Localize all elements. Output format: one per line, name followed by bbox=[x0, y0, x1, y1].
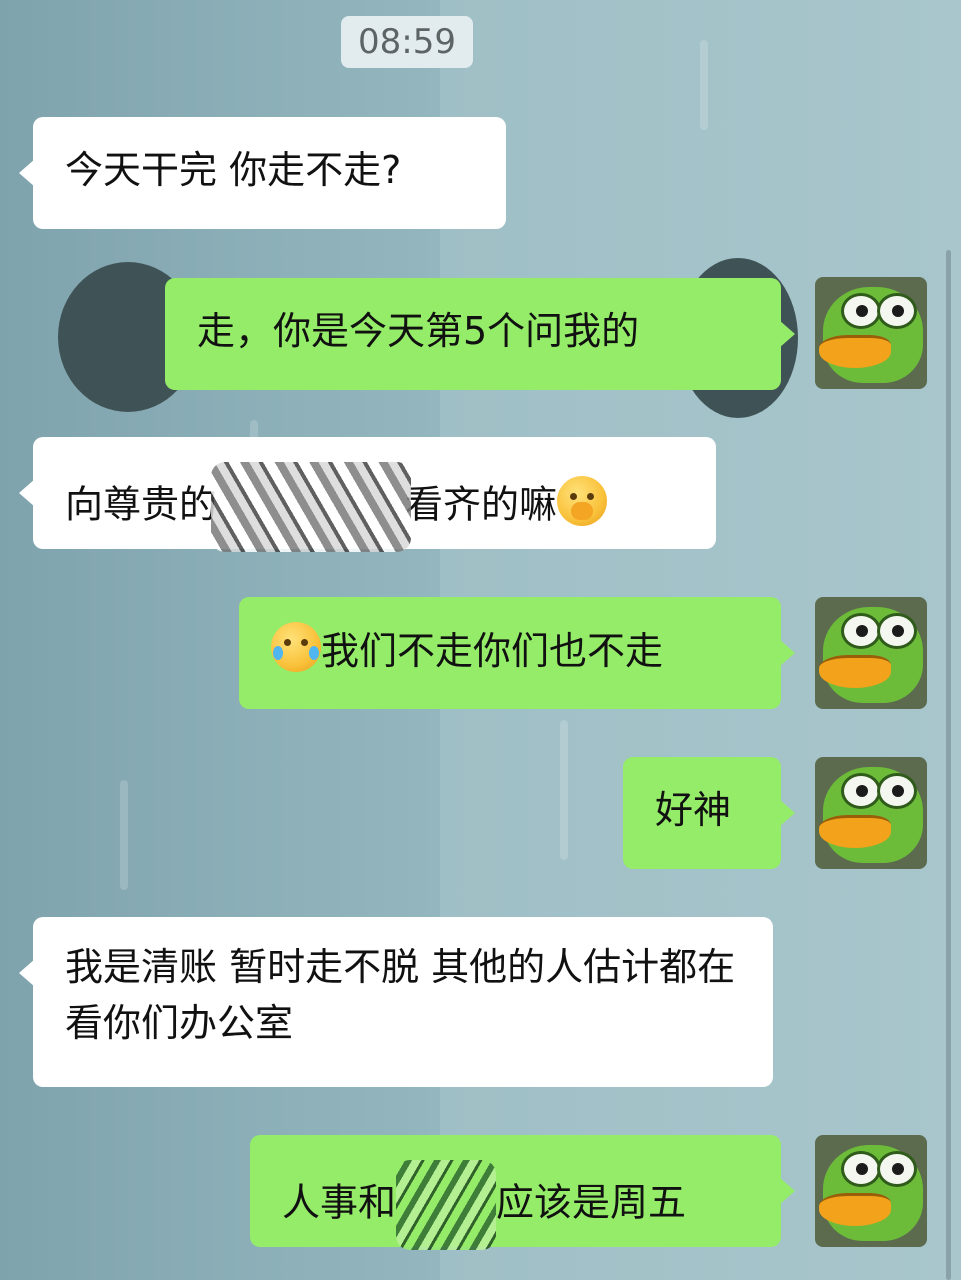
message-text: 向尊贵的 bbox=[65, 482, 218, 527]
message-text: 今天干完 你走不走? bbox=[65, 148, 402, 192]
avatar[interactable] bbox=[815, 757, 927, 869]
message-text: 看齐的嘛 bbox=[405, 482, 558, 527]
laughing-crying-emoji-icon bbox=[271, 622, 321, 672]
message-bubble-outgoing[interactable]: 好神 bbox=[623, 757, 795, 869]
hand-over-mouth-emoji-icon bbox=[557, 475, 608, 526]
wallpaper-streak bbox=[560, 720, 568, 860]
avatar[interactable] bbox=[815, 1135, 927, 1247]
message-text: 应该是周五 bbox=[496, 1180, 687, 1225]
wallpaper-streak bbox=[700, 40, 708, 130]
timestamp-badge: 08:59 bbox=[341, 16, 473, 68]
message-bubble-outgoing[interactable]: 我们不走你们也不走 bbox=[239, 597, 795, 709]
message-bubble-incoming[interactable]: 我是清账 暂时走不脱 其他的人估计都在看你们办公室 bbox=[19, 917, 773, 1087]
message-bubble-incoming[interactable]: 向尊贵的 看齐的嘛 bbox=[19, 437, 716, 552]
message-bubble-outgoing[interactable]: 人事和 应该是周五 bbox=[250, 1135, 795, 1250]
message-bubble-incoming[interactable]: 今天干完 你走不走? bbox=[19, 117, 506, 229]
scrollbar[interactable] bbox=[946, 250, 951, 1280]
wallpaper-streak bbox=[120, 780, 128, 890]
message-text: 人事和 bbox=[282, 1180, 397, 1225]
redacted-scribble bbox=[211, 462, 412, 552]
message-text: 走，你是今天第5个问我的 bbox=[197, 309, 640, 353]
message-text: 我是清账 暂时走不脱 其他的人估计都在看你们办公室 bbox=[65, 945, 736, 1045]
avatar[interactable] bbox=[815, 597, 927, 709]
avatar[interactable] bbox=[815, 277, 927, 389]
redacted-scribble bbox=[396, 1160, 497, 1250]
message-text: 好神 bbox=[655, 788, 732, 832]
message-bubble-outgoing[interactable]: 走，你是今天第5个问我的 bbox=[165, 278, 795, 390]
message-text: 我们不走你们也不走 bbox=[321, 629, 664, 673]
